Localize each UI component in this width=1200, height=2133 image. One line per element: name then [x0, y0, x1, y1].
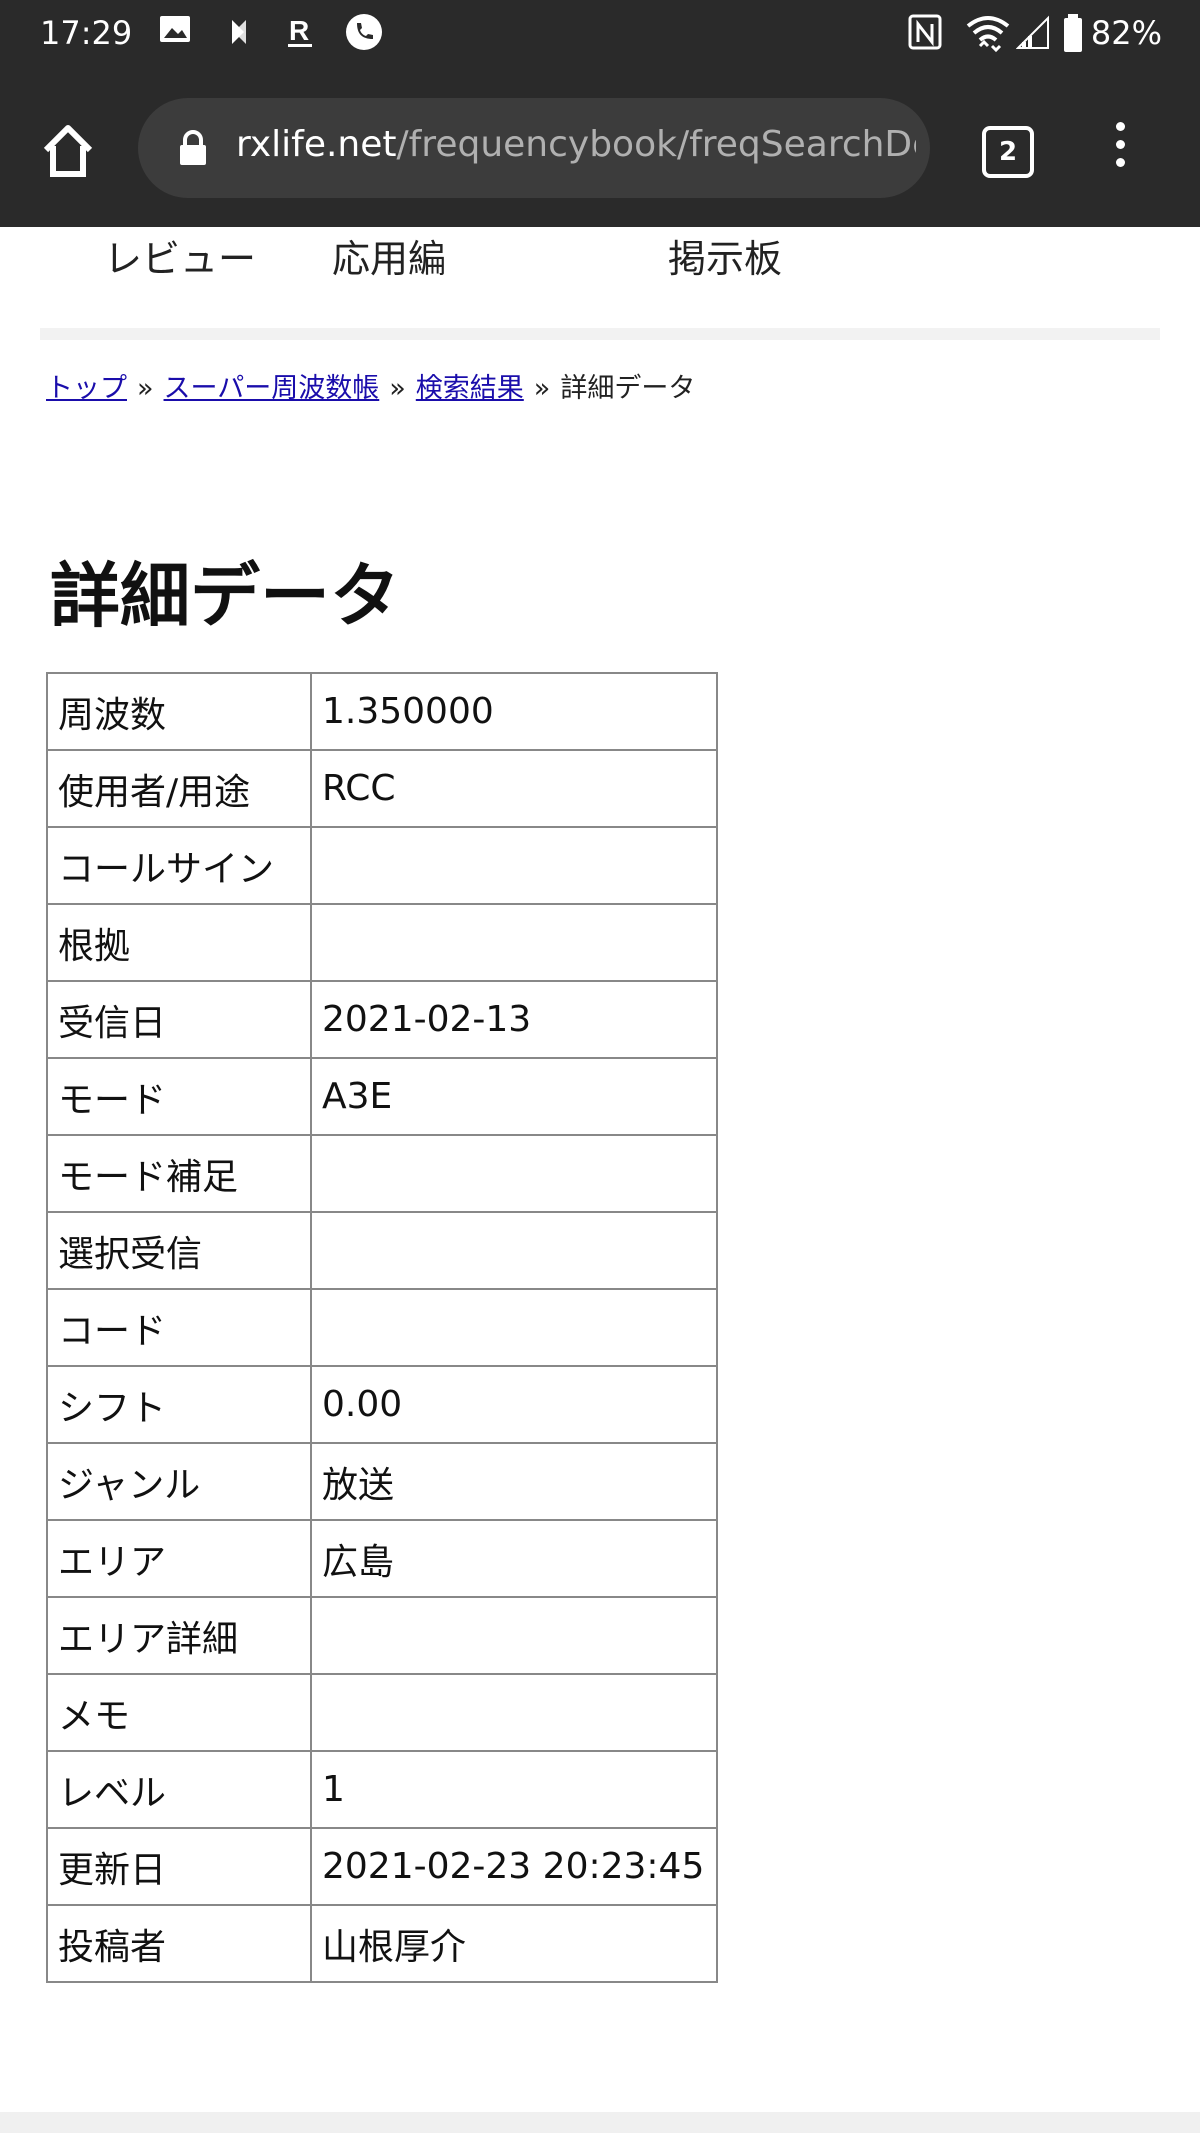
field-label: 更新日: [46, 1827, 312, 1906]
breadcrumb: トップ » スーパー周波数帳 » 検索結果 » 詳細データ: [46, 366, 695, 405]
image-icon: [160, 16, 190, 42]
field-label: シフト: [46, 1365, 312, 1444]
field-label: エリア: [46, 1519, 312, 1598]
table-row: 根拠: [46, 903, 718, 982]
breadcrumb-current: 詳細データ: [560, 373, 696, 404]
breadcrumb-results-link[interactable]: 検索結果: [416, 373, 524, 404]
field-value: 1: [310, 1750, 718, 1829]
nav-item-board[interactable]: 掲示板: [668, 228, 782, 283]
field-value: [310, 1288, 718, 1367]
field-label: 投稿者: [46, 1904, 312, 1983]
field-value: 山根厚介: [310, 1904, 718, 1983]
table-row: コールサイン: [46, 826, 718, 905]
field-value: [310, 1673, 718, 1752]
table-row: 選択受信: [46, 1211, 718, 1290]
breadcrumb-separator: »: [137, 373, 154, 404]
url-text[interactable]: rxlife.net/frequencybook/freqSearchDe: [236, 124, 916, 165]
field-value: 1.350000: [310, 672, 718, 751]
table-row: ジャンル 放送: [46, 1442, 718, 1521]
field-value: RCC: [310, 749, 718, 828]
table-row: エリア 広島: [46, 1519, 718, 1598]
field-value: [310, 1211, 718, 1290]
site-nav: レビュー 応用編 掲示板: [0, 226, 1200, 286]
table-row: モード A3E: [46, 1057, 718, 1136]
field-label: エリア詳細: [46, 1596, 312, 1675]
field-label: ジャンル: [46, 1442, 312, 1521]
table-row: メモ: [46, 1673, 718, 1752]
url-domain: rxlife.net: [236, 124, 397, 165]
lock-icon: [180, 130, 206, 165]
home-icon[interactable]: [38, 120, 98, 180]
field-label: コード: [46, 1288, 312, 1367]
field-value: [310, 903, 718, 982]
table-row: コード: [46, 1288, 718, 1367]
field-value: 0.00: [310, 1365, 718, 1444]
detail-table: 周波数 1.350000 使用者/用途 RCC コールサイン 根拠 受信日 2021-…: [46, 672, 718, 1983]
r-app-icon: R: [288, 15, 312, 47]
table-row: 周波数 1.350000: [46, 672, 718, 751]
field-value: 2021-02-23 20:23:45: [310, 1827, 718, 1906]
table-row: モード補足: [46, 1134, 718, 1213]
table-row: エリア詳細: [46, 1596, 718, 1675]
nav-item-review[interactable]: レビュー: [104, 228, 256, 283]
status-bar: 17:29 R 82%: [0, 0, 1200, 70]
nav-divider: [40, 328, 1160, 340]
field-value: 広島: [310, 1519, 718, 1598]
sync-icon: [232, 20, 246, 44]
field-label: レベル: [46, 1750, 312, 1829]
nfc-icon: [908, 14, 942, 50]
footer-bar: [0, 2112, 1200, 2133]
field-label: モード補足: [46, 1134, 312, 1213]
phone-icon: [346, 14, 382, 50]
field-label: 使用者/用途: [46, 749, 312, 828]
svg-text:R: R: [289, 15, 309, 46]
field-value: A3E: [310, 1057, 718, 1136]
breadcrumb-top-link[interactable]: トップ: [46, 373, 127, 404]
overflow-menu-icon[interactable]: [1108, 122, 1132, 174]
field-label: 選択受信: [46, 1211, 312, 1290]
field-label: 根拠: [46, 903, 312, 982]
breadcrumb-frequencybook-link[interactable]: スーパー周波数帳: [164, 373, 380, 404]
url-bar[interactable]: rxlife.net/frequencybook/freqSearchDe: [138, 98, 930, 198]
page-title: 詳細データ: [50, 555, 400, 637]
battery-percent: 82%: [1090, 14, 1162, 52]
table-row: シフト 0.00: [46, 1365, 718, 1444]
breadcrumb-separator: »: [389, 373, 406, 404]
field-label: 受信日: [46, 980, 312, 1059]
wifi-icon: [966, 16, 1010, 53]
field-label: コールサイン: [46, 826, 312, 905]
field-value: [310, 1134, 718, 1213]
table-row: 受信日 2021-02-13: [46, 980, 718, 1059]
table-row: 投稿者 山根厚介: [46, 1904, 718, 1983]
field-value: [310, 826, 718, 905]
status-time: 17:29: [40, 14, 133, 52]
signal-icon: [1016, 15, 1049, 49]
tab-switcher-button[interactable]: 2: [982, 126, 1034, 178]
breadcrumb-separator: »: [533, 373, 551, 404]
field-value: 2021-02-13: [310, 980, 718, 1059]
field-label: メモ: [46, 1673, 312, 1752]
table-row: 使用者/用途 RCC: [46, 749, 718, 828]
field-label: モード: [46, 1057, 312, 1136]
url-path: /frequencybook/freqSearchDe: [396, 124, 917, 165]
table-row: 更新日 2021-02-23 20:23:45: [46, 1827, 718, 1906]
table-row: レベル 1: [46, 1750, 718, 1829]
field-value: [310, 1596, 718, 1675]
nav-item-applied[interactable]: 応用編: [332, 228, 446, 283]
field-label: 周波数: [46, 672, 312, 751]
browser-toolbar: rxlife.net/frequencybook/freqSearchDe 2: [0, 70, 1200, 227]
field-value: 放送: [310, 1442, 718, 1521]
battery-icon: [1064, 14, 1082, 52]
